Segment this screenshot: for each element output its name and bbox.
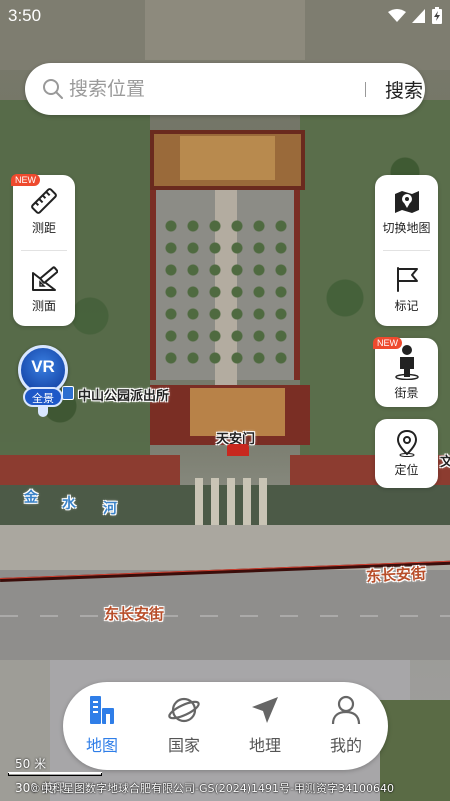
tab-mine[interactable]: 我的 (316, 694, 376, 756)
locate-button[interactable]: 定位 (375, 419, 438, 488)
map-label-water: 金 (24, 490, 38, 506)
street-view-button[interactable]: NEW 街景 (373, 337, 438, 407)
new-badge: NEW (11, 174, 40, 186)
tab-map-label: 地图 (85, 736, 118, 755)
tab-country-label: 国家 (167, 736, 200, 755)
map-label-poi: 文 (440, 455, 450, 470)
search-button[interactable]: 搜索 (385, 76, 423, 103)
street-view-content (375, 344, 438, 384)
tab-map[interactable]: 地图 (72, 694, 132, 756)
map-label-water: 水 (62, 496, 76, 512)
landmark-icon[interactable] (227, 444, 249, 456)
navigation-arrow-icon (235, 694, 295, 726)
map-terrain (160, 215, 290, 365)
map-label-poi[interactable]: 中山公园派出所 (78, 385, 169, 404)
scale-metric: 50 米 (15, 757, 47, 771)
user-icon (316, 694, 376, 726)
locate-content: 定位 (375, 429, 438, 478)
map-building (180, 136, 275, 180)
location-pin-icon (375, 429, 438, 457)
vr-panorama-button[interactable]: VR 全景 (18, 345, 68, 425)
search-divider (365, 82, 366, 97)
measure-panel: NEW 测距 测面 (11, 174, 75, 326)
tab-mine-label: 我的 (329, 736, 362, 755)
planet-icon (154, 694, 214, 726)
switch-map-button[interactable]: 切换地图 (375, 187, 438, 236)
tab-geography[interactable]: 地理 (235, 694, 295, 756)
status-time: 3:50 (8, 6, 42, 25)
scale-bar (8, 773, 102, 776)
vr-sub-label: 全景 (23, 387, 63, 407)
street-view-label: 街景 (394, 386, 419, 400)
measure-distance-label: 测距 (31, 221, 56, 235)
flag-icon (375, 265, 438, 293)
measure-distance-button[interactable]: 测距 (13, 187, 75, 236)
area-measure-icon (13, 265, 75, 293)
measure-area-label: 测面 (31, 299, 56, 313)
search-icon (42, 78, 64, 104)
map-label-road: 东长安街 (104, 605, 165, 623)
bottom-tab-bar: 地图 国家 地理 我的 (63, 682, 388, 770)
battery-charging-icon (432, 7, 442, 29)
panel-divider (21, 250, 67, 251)
switch-map-label: 切换地图 (382, 221, 431, 235)
vr-pin-tail (38, 407, 48, 417)
copyright-notice: ©中科星图数字地球合肥有限公司-GS(2024)1491号-甲测资字341006… (30, 782, 395, 795)
map-tools-panel: 切换地图 标记 (375, 175, 438, 326)
person-icon (375, 344, 438, 380)
search-input[interactable] (69, 75, 349, 103)
map-layers-icon (375, 187, 438, 215)
wifi-icon (388, 8, 406, 28)
locate-label: 定位 (394, 463, 419, 477)
signal-icon (412, 8, 426, 28)
ruler-icon (13, 187, 75, 215)
tab-geography-label: 地理 (248, 736, 281, 755)
mark-button[interactable]: 标记 (375, 265, 438, 314)
map-label-road: 东长安街 (365, 564, 427, 586)
measure-area-button[interactable]: 测面 (13, 265, 75, 314)
search-bar: 搜索 (25, 63, 425, 115)
status-bar: 3:50 (0, 0, 450, 32)
building-icon (72, 694, 132, 726)
vr-text: VR (31, 357, 55, 376)
tab-country[interactable]: 国家 (154, 694, 214, 756)
map-label-water: 河 (103, 501, 117, 517)
map-building (0, 455, 180, 485)
mark-label: 标记 (394, 299, 419, 313)
panel-divider (383, 250, 430, 251)
